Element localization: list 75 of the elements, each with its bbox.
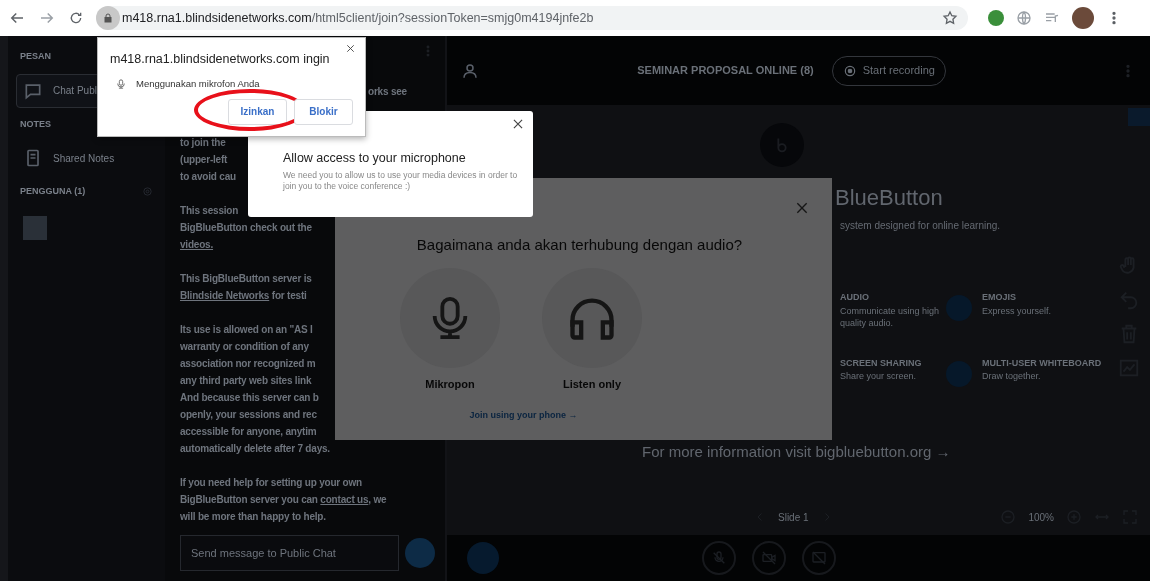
close-button[interactable] — [511, 117, 525, 131]
meeting-title: SEMINAR PROPOSAL ONLINE (8) — [637, 63, 814, 79]
zoom-level: 100% — [1028, 510, 1054, 525]
chat-message-line: accessible for anyone, anytim — [180, 425, 317, 439]
dialog-title: Allow access to your microphone — [283, 150, 467, 167]
message-link[interactable]: videos. — [180, 239, 214, 250]
feature-icon — [946, 295, 972, 321]
lock-icon[interactable] — [102, 12, 114, 24]
feature-title: MULTI-USER WHITEBOARD — [982, 356, 1102, 370]
feature-description: Express yourself. — [982, 304, 1052, 317]
permission-button[interactable]: Blokir — [294, 98, 353, 125]
section-title: PESAN — [20, 50, 51, 63]
chat-message-line: (upper-left — [180, 153, 228, 167]
dialog-title: Bagaimana anda akan terhubung dengan audio? — [415, 235, 744, 255]
chat-message-line: orks see — [368, 85, 407, 99]
chat-message-line: association nor recognized m — [180, 357, 316, 371]
chat-message-line: And because this server can b — [180, 391, 319, 405]
extension-icon[interactable] — [988, 10, 1004, 26]
close-icon — [345, 43, 356, 54]
close-icon — [511, 117, 525, 131]
send-button[interactable] — [405, 538, 435, 568]
chat-message-line: BigBlueButton check out the — [180, 221, 312, 235]
slide-heading: BlueButton — [835, 184, 944, 212]
chat-message-line: to join the — [180, 136, 226, 150]
chat-message-line: warranty or condition of any — [180, 340, 309, 354]
chat-message-line: will be more than happy to help. — [180, 510, 326, 524]
record-icon — [842, 63, 857, 78]
avatar-icon[interactable] — [1072, 7, 1094, 29]
message-link[interactable]: Blindside Networks — [180, 290, 270, 301]
chat-message-line: If you need help for setting up your own — [180, 476, 362, 490]
slide-select[interactable]: Slide 1 — [778, 509, 809, 525]
feature-title: EMOJIS — [982, 291, 1017, 304]
feature-description: Share your screen. — [840, 370, 918, 382]
close-icon — [794, 200, 810, 216]
chat-message-line: This session — [180, 204, 239, 218]
feature-description: Draw together. — [982, 370, 1042, 382]
sidebar-item[interactable]: Shared Notes — [16, 141, 157, 175]
camera-button[interactable] — [751, 541, 786, 575]
chat-message-line: Blindside Networks for testi — [180, 289, 307, 303]
user-avatar — [23, 215, 47, 240]
phone-link[interactable]: Join using your phone → — [469, 409, 578, 423]
chat-message-line: Its use is allowed on an "AS I — [180, 323, 313, 337]
star-icon[interactable] — [942, 10, 958, 26]
screen-share-icon — [810, 550, 827, 566]
address-bar[interactable]: m418.rna1.blindsidenetworks.com/html5client/join?sessionToken=smjg0m4194jnfe2b — [96, 6, 968, 30]
website-link[interactable]: bigbluebutton.org → — [815, 442, 951, 460]
feature-title: SCREEN SHARING — [840, 356, 922, 370]
user-icon[interactable] — [461, 61, 479, 80]
chat-message-line: BigBlueButton server you can contact us, we — [180, 493, 387, 507]
feature-icon — [946, 360, 972, 387]
popup-title: m418.rna1.blindsidenetworks.com ingin — [110, 51, 331, 68]
chat-message-line: to avoid cau — [180, 170, 236, 184]
actions-button[interactable] — [467, 542, 499, 574]
settings-icon[interactable] — [142, 186, 153, 198]
slide-subtitle: system designed for online learning. — [840, 219, 1002, 233]
chat-message-line: openly, your sessions and rec — [180, 408, 317, 422]
microphone-icon — [116, 77, 126, 90]
camera-icon — [760, 550, 777, 566]
message-input[interactable]: Send message to Public Chat — [180, 535, 399, 571]
feature-title: AUDIO — [840, 291, 870, 304]
info-text: For more information visit — [642, 442, 813, 460]
mute-button[interactable] — [701, 541, 736, 575]
chat-message-line: automatically delete after 7 days. — [180, 442, 330, 456]
section-title: NOTES — [20, 117, 51, 131]
globe-icon[interactable] — [1016, 10, 1032, 26]
side-tab[interactable] — [1128, 108, 1150, 126]
screen-share-button[interactable] — [801, 541, 836, 575]
close-button[interactable] — [345, 43, 356, 54]
chat-message-line: any third party web sites link — [180, 374, 312, 388]
permission-button[interactable]: Izinkan — [228, 98, 287, 125]
chat-message-line: This BigBlueButton server is — [180, 272, 312, 286]
dialog-text: We need you to allow us to use your media devices in order to join you to the voice conference :) — [283, 169, 519, 192]
feature-description: Communicate using high quality audio. — [840, 304, 941, 329]
section-title: PENGGUNA (1) — [20, 185, 86, 198]
reload-icon[interactable] — [68, 10, 84, 26]
